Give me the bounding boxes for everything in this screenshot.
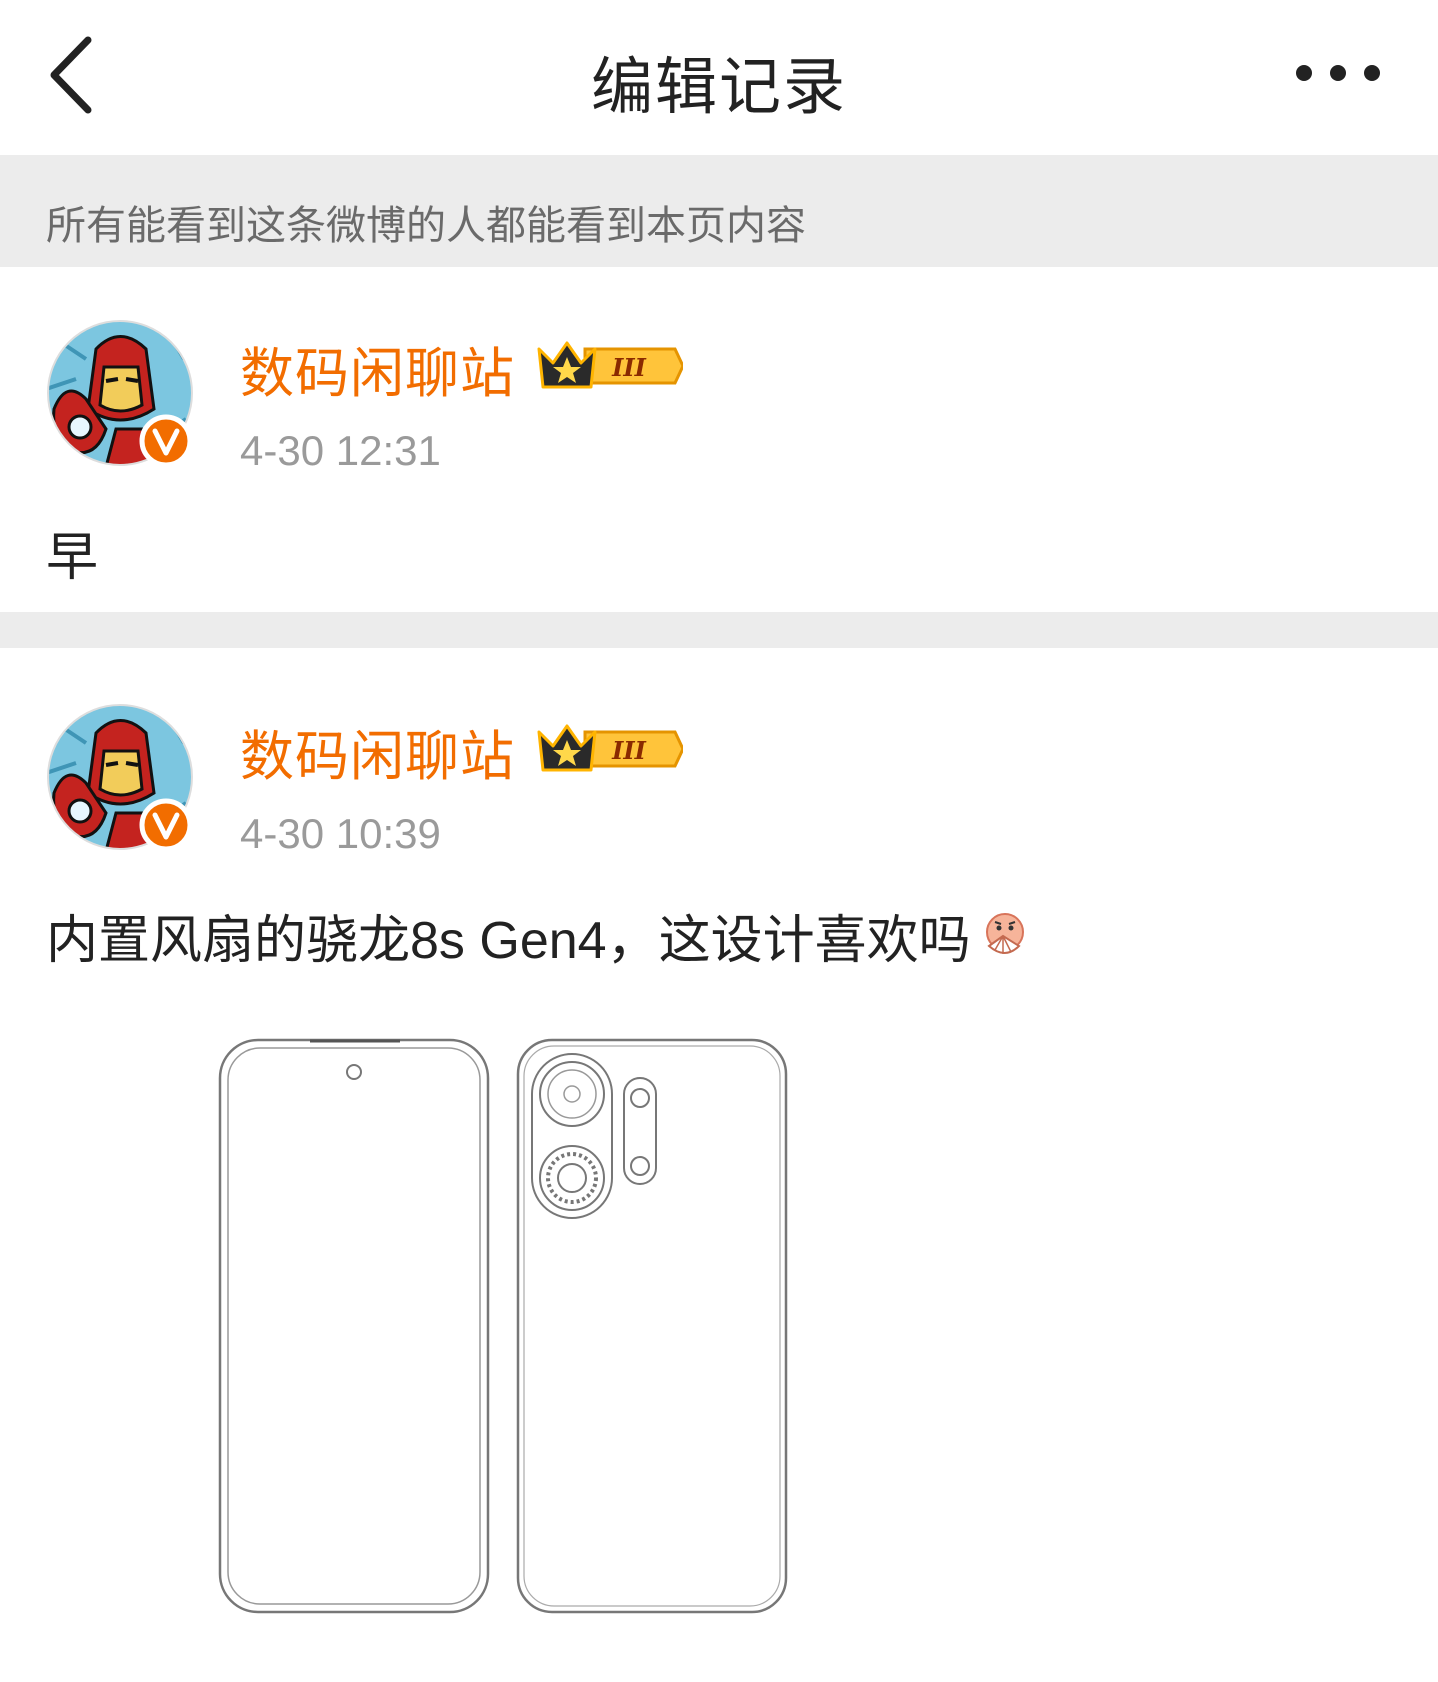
svg-text:III: III — [611, 736, 646, 765]
crown-icon: III — [537, 341, 685, 389]
content-latin: 8s Gen4 — [410, 912, 607, 970]
post-image[interactable] — [210, 1028, 800, 1620]
edit-history-screen: 编辑记录 所有能看到这条微博的人都能看到本页内容 数码闲聊站 III 4-30 … — [0, 0, 1438, 1682]
post-content: 早 — [46, 528, 99, 588]
timestamp: 4-30 12:31 — [240, 427, 441, 474]
phone-sketch-image — [210, 1028, 800, 1620]
avatar[interactable] — [46, 703, 194, 852]
fan-face-emoji-icon — [975, 908, 1031, 964]
vip-crown-badge[interactable]: III — [535, 718, 685, 780]
verified-badge-icon — [139, 414, 193, 468]
svg-text:III: III — [611, 353, 646, 382]
verified-badge-icon — [139, 798, 193, 852]
crown-icon: III — [537, 724, 685, 772]
more-horizontal-icon — [1296, 65, 1380, 81]
page-title: 编辑记录 — [590, 50, 847, 123]
edit-record-item: 数码闲聊站 III 4-30 10:39 内置风扇的骁龙8s Gen4，这设计喜… — [0, 648, 1438, 1682]
content-prefix: 内置风扇的骁龙 — [46, 911, 411, 971]
top-navbar: 编辑记录 — [0, 0, 1438, 155]
section-divider — [0, 612, 1438, 648]
timestamp: 4-30 10:39 — [240, 810, 441, 857]
vip-crown-badge[interactable]: III — [535, 335, 685, 397]
visibility-notice: 所有能看到这条微博的人都能看到本页内容 — [0, 155, 1438, 267]
avatar[interactable] — [46, 319, 194, 468]
more-button[interactable] — [1290, 55, 1390, 91]
content-suffix: ，这设计喜欢吗 — [606, 911, 971, 971]
author-name[interactable]: 数码闲聊站 — [240, 712, 515, 791]
notice-text: 所有能看到这条微博的人都能看到本页内容 — [46, 203, 806, 249]
edit-record-item: 数码闲聊站 III 4-30 12:31 早 — [0, 267, 1438, 612]
author-name[interactable]: 数码闲聊站 — [240, 329, 515, 408]
post-content: 内置风扇的骁龙8s Gen4，这设计喜欢吗 — [46, 898, 1031, 973]
